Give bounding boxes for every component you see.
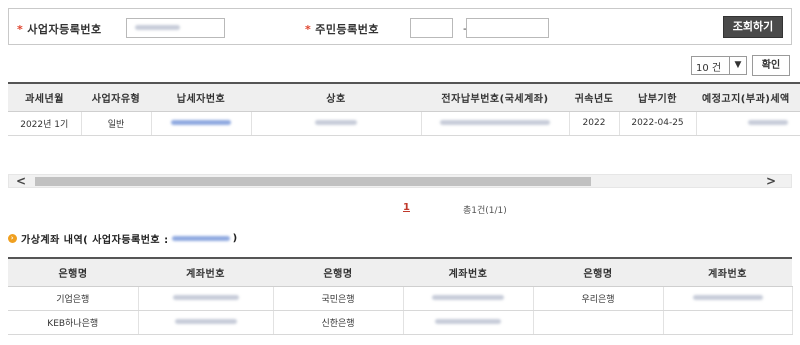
bank-cell: 신한은행 (273, 310, 404, 335)
horizontal-scrollbar[interactable]: < > (8, 174, 792, 188)
account-cell (138, 286, 274, 311)
biz-type-cell: 일반 (81, 111, 152, 136)
bank-cell: KEB하나은행 (8, 310, 139, 335)
header-notice-amount: 예정고지(부과)세액 (696, 82, 800, 112)
header-account-2: 계좌번호 (403, 257, 533, 287)
header-tax-period: 과세년월 (8, 82, 81, 112)
header-trade-name: 상호 (251, 82, 421, 112)
trade-name-cell (251, 111, 422, 136)
tax-table: 과세년월 사업자유형 납세자번호 상호 전자납부번호(국세계좌) 귀속년도 납부… (8, 82, 800, 136)
header-due-date: 납부기한 (619, 82, 696, 112)
tax-table-header: 과세년월 사업자유형 납세자번호 상호 전자납부번호(국세계좌) 귀속년도 납부… (8, 82, 800, 112)
bank-cell: 우리은행 (533, 286, 664, 311)
account-cell (403, 286, 534, 311)
table-row: KEB하나은행 신한은행 (8, 310, 793, 335)
header-bank-2: 은행명 (273, 257, 403, 287)
account-cell (663, 286, 793, 311)
biz-reg-label: * 사업자등록번호 (17, 23, 102, 36)
taxpayer-no-link[interactable] (151, 111, 252, 136)
search-panel: * 사업자등록번호 * 주민등록번호 - 조회하기 (8, 8, 792, 45)
header-taxpayer-no: 납세자번호 (151, 82, 251, 112)
va-table-header: 은행명 계좌번호 은행명 계좌번호 은행명 계좌번호 (8, 257, 792, 287)
bank-cell: 기업은행 (8, 286, 139, 311)
header-e-payment-no: 전자납부번호(국세계좌) (421, 82, 569, 112)
due-date-cell: 2022-04-25 (619, 111, 697, 136)
resident-back-input[interactable] (466, 18, 549, 38)
table-row[interactable]: 2022년 1기 일반 2022 2022-04-25 (8, 111, 800, 136)
notice-amount-cell (696, 111, 800, 136)
header-bank-1: 은행명 (8, 257, 138, 287)
title-biz-reg-no (171, 233, 230, 244)
chevron-down-icon[interactable]: ▼ (729, 57, 746, 74)
virtual-account-title: › 가상계좌 내역( 사업자등록번호 : ) (8, 231, 238, 246)
page-total: 총1건(1/1) (463, 206, 507, 216)
page-1-link[interactable]: 1 (403, 202, 410, 213)
search-button[interactable]: 조회하기 (723, 16, 783, 38)
year-cell: 2022 (569, 111, 620, 136)
account-cell (403, 310, 534, 335)
tax-period-cell: 2022년 1기 (8, 111, 82, 136)
table-row: 기업은행 국민은행 우리은행 (8, 286, 793, 311)
header-biz-type: 사업자유형 (81, 82, 151, 112)
resident-label: * 주민등록번호 (305, 23, 379, 36)
biz-reg-input[interactable] (126, 18, 225, 38)
bank-cell: 국민은행 (273, 286, 404, 311)
page-size-select[interactable]: 10 건 ▼ (691, 56, 747, 75)
resident-front-input[interactable] (410, 18, 453, 38)
scroll-left-icon[interactable]: < (13, 174, 29, 188)
account-cell (138, 310, 274, 335)
scrollbar-thumb[interactable] (35, 177, 591, 186)
e-payment-no-cell (421, 111, 570, 136)
bank-cell (533, 310, 664, 335)
header-year: 귀속년도 (569, 82, 619, 112)
bullet-icon: › (8, 234, 17, 243)
header-bank-3: 은행명 (533, 257, 663, 287)
confirm-button[interactable]: 확인 (752, 55, 790, 76)
header-account-1: 계좌번호 (138, 257, 273, 287)
header-account-3: 계좌번호 (663, 257, 792, 287)
virtual-account-table: 은행명 계좌번호 은행명 계좌번호 은행명 계좌번호 기업은행 국민은행 우리은… (8, 257, 793, 335)
account-cell (663, 310, 793, 335)
scroll-right-icon[interactable]: > (763, 174, 779, 188)
